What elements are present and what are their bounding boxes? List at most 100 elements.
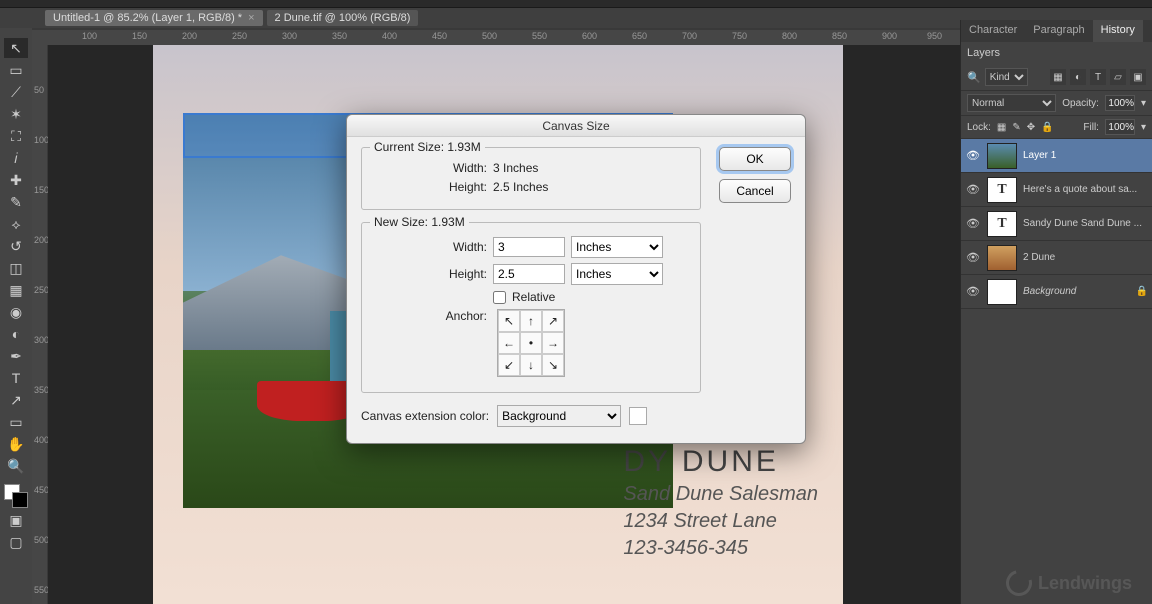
width-unit-select[interactable]: Inches (571, 236, 663, 258)
filter-smart-icon[interactable]: ▣ (1130, 69, 1146, 85)
visibility-icon[interactable]: 👁 (965, 149, 981, 162)
layer-thumb[interactable] (987, 279, 1017, 305)
layer-row[interactable]: 👁 2 Dune (961, 241, 1152, 275)
tools-panel: ↖ ▭ ⟋ ✶ ⛶ 𝑖 ✚ ✎ ⟡ ↺ ◫ ▦ ◉ ◐ ✒ T ↗ ▭ ✋ 🔍 … (0, 28, 32, 604)
extension-color-swatch[interactable] (629, 407, 647, 425)
panel-tabs-top: Character Paragraph History (961, 20, 1152, 42)
hand-tool[interactable]: ✋ (4, 434, 28, 454)
layer-row[interactable]: 👁 T Sandy Dune Sand Dune ... (961, 207, 1152, 241)
anchor-se[interactable]: ↘ (542, 354, 564, 376)
shape-tool[interactable]: ▭ (4, 412, 28, 432)
layer-kind-select[interactable]: Kind (985, 68, 1028, 86)
pen-tool[interactable]: ✒ (4, 346, 28, 366)
relative-checkbox[interactable] (493, 291, 506, 304)
anchor-sw[interactable]: ↙ (498, 354, 520, 376)
layer-name[interactable]: Background (1023, 286, 1130, 297)
lock-all-icon[interactable]: 🔒 (1041, 122, 1053, 133)
height-input[interactable] (493, 264, 565, 284)
anchor-n[interactable]: ↑ (520, 310, 542, 332)
tab-paragraph[interactable]: Paragraph (1025, 20, 1092, 42)
filter-type-icon[interactable]: T (1090, 69, 1106, 85)
lasso-tool[interactable]: ⟋ (4, 82, 28, 102)
card-text: DY DUNE Sand Dune Salesman 1234 Street L… (623, 445, 818, 560)
layer-name[interactable]: 2 Dune (1023, 252, 1148, 263)
marquee-tool[interactable]: ▭ (4, 60, 28, 80)
close-icon[interactable]: × (248, 12, 254, 24)
lock-pos-icon[interactable]: ✥ (1027, 122, 1035, 133)
card-address: 1234 Street Lane (623, 510, 818, 533)
crop-tool[interactable]: ⛶ (4, 126, 28, 146)
zoom-tool[interactable]: 🔍 (4, 456, 28, 476)
path-tool[interactable]: ↗ (4, 390, 28, 410)
brush-tool[interactable]: ✎ (4, 192, 28, 212)
doc-tab-2[interactable]: 2 Dune.tif @ 100% (RGB/8) (267, 10, 419, 26)
filter-shape-icon[interactable]: ▱ (1110, 69, 1126, 85)
screenmode-tool[interactable]: ▢ (4, 532, 28, 552)
eraser-tool[interactable]: ◫ (4, 258, 28, 278)
width-input[interactable] (493, 237, 565, 257)
heal-tool[interactable]: ✚ (4, 170, 28, 190)
tab-character[interactable]: Character (961, 20, 1025, 42)
anchor-e[interactable]: → (542, 332, 564, 354)
cur-height-value: 2.5 Inches (493, 180, 548, 194)
move-tool[interactable]: ↖ (4, 38, 28, 58)
layer-thumb[interactable] (987, 245, 1017, 271)
doc-tab-1[interactable]: Untitled-1 @ 85.2% (Layer 1, RGB/8) *× (45, 10, 263, 26)
dialog-title[interactable]: Canvas Size (347, 115, 805, 137)
lock-trans-icon[interactable]: ▦ (997, 122, 1006, 133)
layer-row[interactable]: 👁 T Here's a quote about sa... (961, 173, 1152, 207)
visibility-icon[interactable]: 👁 (965, 285, 981, 298)
anchor-nw[interactable]: ↖ (498, 310, 520, 332)
opacity-label: Opacity: (1062, 98, 1099, 109)
filter-adjust-icon[interactable]: ◐ (1070, 69, 1086, 85)
current-size-group: Current Size: 1.93M Width:3 Inches Heigh… (361, 147, 701, 210)
lock-paint-icon[interactable]: ✎ (1012, 122, 1020, 133)
layer-filter-row: 🔍 Kind ▦ ◐ T ▱ ▣ (961, 64, 1152, 91)
color-swatch[interactable] (4, 484, 28, 508)
anchor-ne[interactable]: ↗ (542, 310, 564, 332)
stamp-tool[interactable]: ⟡ (4, 214, 28, 234)
doc-tab-2-label: 2 Dune.tif @ 100% (RGB/8) (275, 12, 411, 24)
layer-thumb[interactable]: T (987, 211, 1017, 237)
visibility-icon[interactable]: 👁 (965, 251, 981, 264)
layer-name[interactable]: Sandy Dune Sand Dune ... (1023, 218, 1148, 229)
history-brush-tool[interactable]: ↺ (4, 236, 28, 256)
blur-tool[interactable]: ◉ (4, 302, 28, 322)
anchor-c[interactable]: • (520, 332, 542, 354)
quickmask-tool[interactable]: ▣ (4, 510, 28, 530)
layer-thumb[interactable] (987, 143, 1017, 169)
new-size-value: 1.93M (431, 215, 464, 229)
anchor-s[interactable]: ↓ (520, 354, 542, 376)
layer-lock-row: Lock: ▦ ✎ ✥ 🔒 Fill: ▾ (961, 116, 1152, 139)
layers-panel-header[interactable]: Layers (961, 42, 1152, 64)
filter-pixel-icon[interactable]: ▦ (1050, 69, 1066, 85)
layer-name[interactable]: Layer 1 (1023, 150, 1148, 161)
cancel-button[interactable]: Cancel (719, 179, 791, 203)
type-tool[interactable]: T (4, 368, 28, 388)
tab-history[interactable]: History (1093, 20, 1143, 42)
layer-thumb[interactable]: T (987, 177, 1017, 203)
opacity-input[interactable] (1105, 95, 1135, 111)
chevron-down-icon[interactable]: ▾ (1141, 122, 1146, 133)
extension-color-select[interactable]: Background (497, 405, 621, 427)
anchor-w[interactable]: ← (498, 332, 520, 354)
current-size-label: Current Size: (374, 140, 444, 154)
gradient-tool[interactable]: ▦ (4, 280, 28, 300)
visibility-icon[interactable]: 👁 (965, 183, 981, 196)
layer-row[interactable]: 👁 Background 🔒 (961, 275, 1152, 309)
cur-height-label: Height: (372, 180, 487, 194)
extension-color-label: Canvas extension color: (361, 409, 489, 423)
dodge-tool[interactable]: ◐ (4, 324, 28, 344)
blend-mode-select[interactable]: Normal (967, 94, 1056, 112)
layers-tab-label: Layers (967, 47, 1000, 59)
chevron-down-icon[interactable]: ▾ (1141, 98, 1146, 109)
fill-input[interactable] (1105, 119, 1135, 135)
eyedropper-tool[interactable]: 𝑖 (4, 148, 28, 168)
height-unit-select[interactable]: Inches (571, 263, 663, 285)
layer-row[interactable]: 👁 Layer 1 (961, 139, 1152, 173)
new-size-label: New Size: (374, 215, 428, 229)
layer-name[interactable]: Here's a quote about sa... (1023, 184, 1148, 195)
visibility-icon[interactable]: 👁 (965, 217, 981, 230)
wand-tool[interactable]: ✶ (4, 104, 28, 124)
ok-button[interactable]: OK (719, 147, 791, 171)
